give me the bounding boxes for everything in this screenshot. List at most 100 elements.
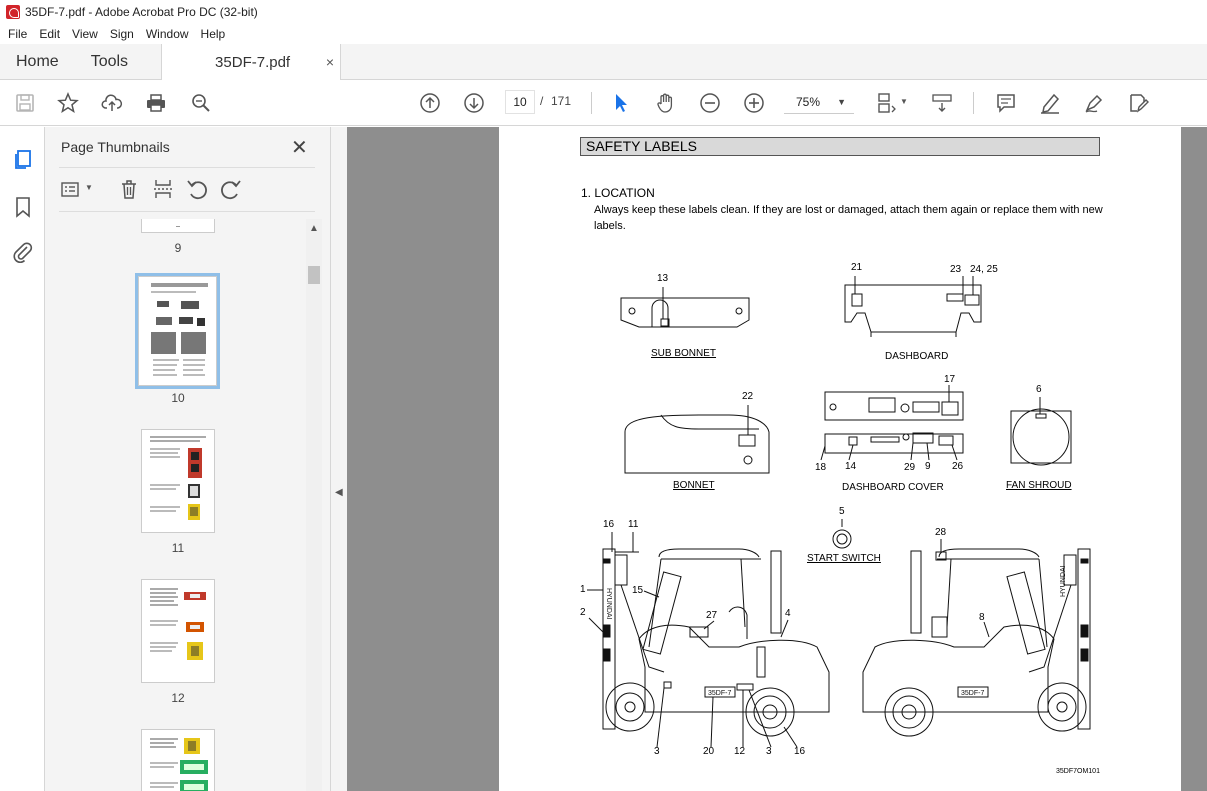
- sub-bonnet-drawing: [620, 297, 750, 328]
- edit-pdf-icon[interactable]: [1125, 90, 1151, 116]
- tab-tools[interactable]: Tools: [75, 44, 144, 80]
- start-switch-drawing: [832, 529, 852, 549]
- thumbnail-preview: [150, 738, 208, 791]
- model-plate-right: 35DF-7: [961, 690, 984, 697]
- callout-number: 6: [1036, 384, 1042, 395]
- label-dashboard-cover: DASHBOARD COVER: [842, 482, 944, 493]
- tab-home[interactable]: Home: [0, 44, 75, 80]
- window-title: 35DF-7.pdf - Adobe Acrobat Pro DC (32-bi…: [25, 5, 258, 19]
- page-total: 171: [551, 94, 572, 108]
- callout-number: 22: [742, 391, 754, 402]
- callout-number: 21: [851, 262, 863, 273]
- page-thumbnail-9[interactable]: [141, 219, 215, 233]
- close-panel-icon[interactable]: ✕: [291, 135, 308, 160]
- scroll-up-icon[interactable]: ▲: [309, 223, 319, 234]
- tab-bar: Home Tools 35DF-7.pdf ×: [0, 44, 1207, 81]
- bookmark-star-icon[interactable]: [55, 90, 81, 116]
- next-page-icon[interactable]: [461, 90, 487, 116]
- label-bonnet: BONNET: [673, 480, 715, 491]
- page-number-input[interactable]: 10: [505, 90, 535, 114]
- zoom-level-value: 75%: [796, 95, 821, 109]
- page-thumbnail-13[interactable]: [141, 729, 215, 791]
- callout-number: 3: [766, 746, 772, 757]
- rotate-left-icon[interactable]: [185, 177, 209, 201]
- callout-number: 2: [580, 607, 586, 618]
- page-thumbnail-label: 12: [171, 691, 185, 705]
- sign-pen-icon[interactable]: [1081, 90, 1107, 116]
- callout-number: 27: [706, 610, 718, 621]
- callout-number: 16: [794, 746, 806, 757]
- callout-number: 11: [628, 519, 639, 530]
- close-tab-icon[interactable]: ×: [326, 54, 334, 70]
- highlight-pen-icon[interactable]: [1037, 90, 1063, 116]
- callout-number: 17: [944, 374, 956, 385]
- comment-icon[interactable]: [993, 90, 1019, 116]
- toolbar-divider: [591, 92, 592, 114]
- label-start-switch: START SWITCH: [807, 553, 881, 564]
- print-icon[interactable]: [143, 90, 169, 116]
- collapse-panel-icon[interactable]: ◀: [335, 487, 343, 498]
- page-separator: /: [540, 94, 544, 108]
- menu-file[interactable]: File: [2, 27, 33, 41]
- panel-title: Page Thumbnails: [61, 139, 170, 155]
- menu-window[interactable]: Window: [140, 27, 195, 41]
- menu-help[interactable]: Help: [195, 27, 232, 41]
- zoom-level-dropdown[interactable]: 75% ▼: [784, 90, 854, 114]
- thumbnails-panel: Page Thumbnails ✕ ▼ 9 10 11 12 ▲: [45, 127, 330, 791]
- page-fit-icon[interactable]: [873, 90, 899, 116]
- mast-brand-right: HYUNDAI: [1060, 565, 1067, 597]
- toolbar-divider: [973, 92, 974, 114]
- label-sub-bonnet: SUB BONNET: [651, 348, 717, 359]
- document-view[interactable]: SAFETY LABELS 1. LOCATION Always keep th…: [347, 127, 1207, 791]
- save-icon[interactable]: [12, 90, 38, 116]
- page-fit-chevron-icon[interactable]: ▼: [900, 97, 908, 106]
- callout-number: 4: [785, 608, 791, 619]
- thumbnail-scrollbar[interactable]: ▲: [306, 219, 322, 791]
- menu-view[interactable]: View: [66, 27, 104, 41]
- label-fan-shroud: FAN SHROUD: [1006, 480, 1072, 491]
- document-scrollbar-area[interactable]: [1181, 127, 1207, 791]
- delete-page-icon[interactable]: [117, 177, 141, 201]
- rotate-right-icon[interactable]: [219, 177, 243, 201]
- callout-number: 8: [979, 612, 985, 623]
- panel-splitter[interactable]: ◀: [330, 127, 347, 791]
- page-thumbnail-label: 10: [171, 391, 185, 405]
- page-thumbnail-label: 11: [171, 541, 185, 555]
- previous-page-icon[interactable]: [417, 90, 443, 116]
- tab-document[interactable]: 35DF-7.pdf ×: [161, 44, 342, 81]
- callout-number: 12: [734, 746, 746, 757]
- select-cursor-icon[interactable]: [608, 90, 634, 116]
- zoom-search-icon[interactable]: [188, 90, 214, 116]
- menu-sign[interactable]: Sign: [104, 27, 140, 41]
- tab-document-label: 35DF-7.pdf: [215, 54, 291, 71]
- menu-bar: File Edit View Sign Window Help: [0, 24, 1207, 44]
- callout-number: 13: [657, 273, 669, 284]
- page-thumbnails-icon[interactable]: [11, 147, 35, 171]
- panel-divider: [59, 211, 315, 212]
- title-bar: 35DF-7.pdf - Adobe Acrobat Pro DC (32-bi…: [0, 0, 1207, 24]
- model-plate-left: 35DF-7: [708, 690, 731, 697]
- scrollbar-track[interactable]: [306, 219, 322, 791]
- page-thumbnail-12[interactable]: [141, 579, 215, 683]
- bookmark-icon[interactable]: [11, 195, 35, 219]
- pdf-page: SAFETY LABELS 1. LOCATION Always keep th…: [499, 127, 1182, 791]
- attachment-icon[interactable]: [11, 240, 35, 264]
- scroll-mode-icon[interactable]: [929, 90, 955, 116]
- callout-number: 18: [815, 462, 827, 473]
- main-toolbar: 10 / 171 75% ▼ ▼: [0, 80, 1207, 126]
- thumbnail-preview: [151, 283, 208, 376]
- page-thumbnail-11[interactable]: [141, 429, 215, 533]
- thumbnail-options-icon[interactable]: [59, 177, 83, 201]
- callout-number: 14: [845, 461, 857, 472]
- page-thumbnail-10[interactable]: [135, 273, 220, 389]
- upload-cloud-icon[interactable]: [99, 90, 125, 116]
- extract-pages-icon[interactable]: [151, 177, 175, 201]
- callout-number: 16: [603, 519, 615, 530]
- menu-edit[interactable]: Edit: [33, 27, 66, 41]
- acrobat-icon: [6, 5, 20, 19]
- scrollbar-thumb[interactable]: [308, 266, 320, 284]
- zoom-in-icon[interactable]: [741, 90, 767, 116]
- thumbnail-options-chevron-icon[interactable]: ▼: [85, 183, 93, 192]
- zoom-out-icon[interactable]: [697, 90, 723, 116]
- hand-tool-icon[interactable]: [653, 90, 679, 116]
